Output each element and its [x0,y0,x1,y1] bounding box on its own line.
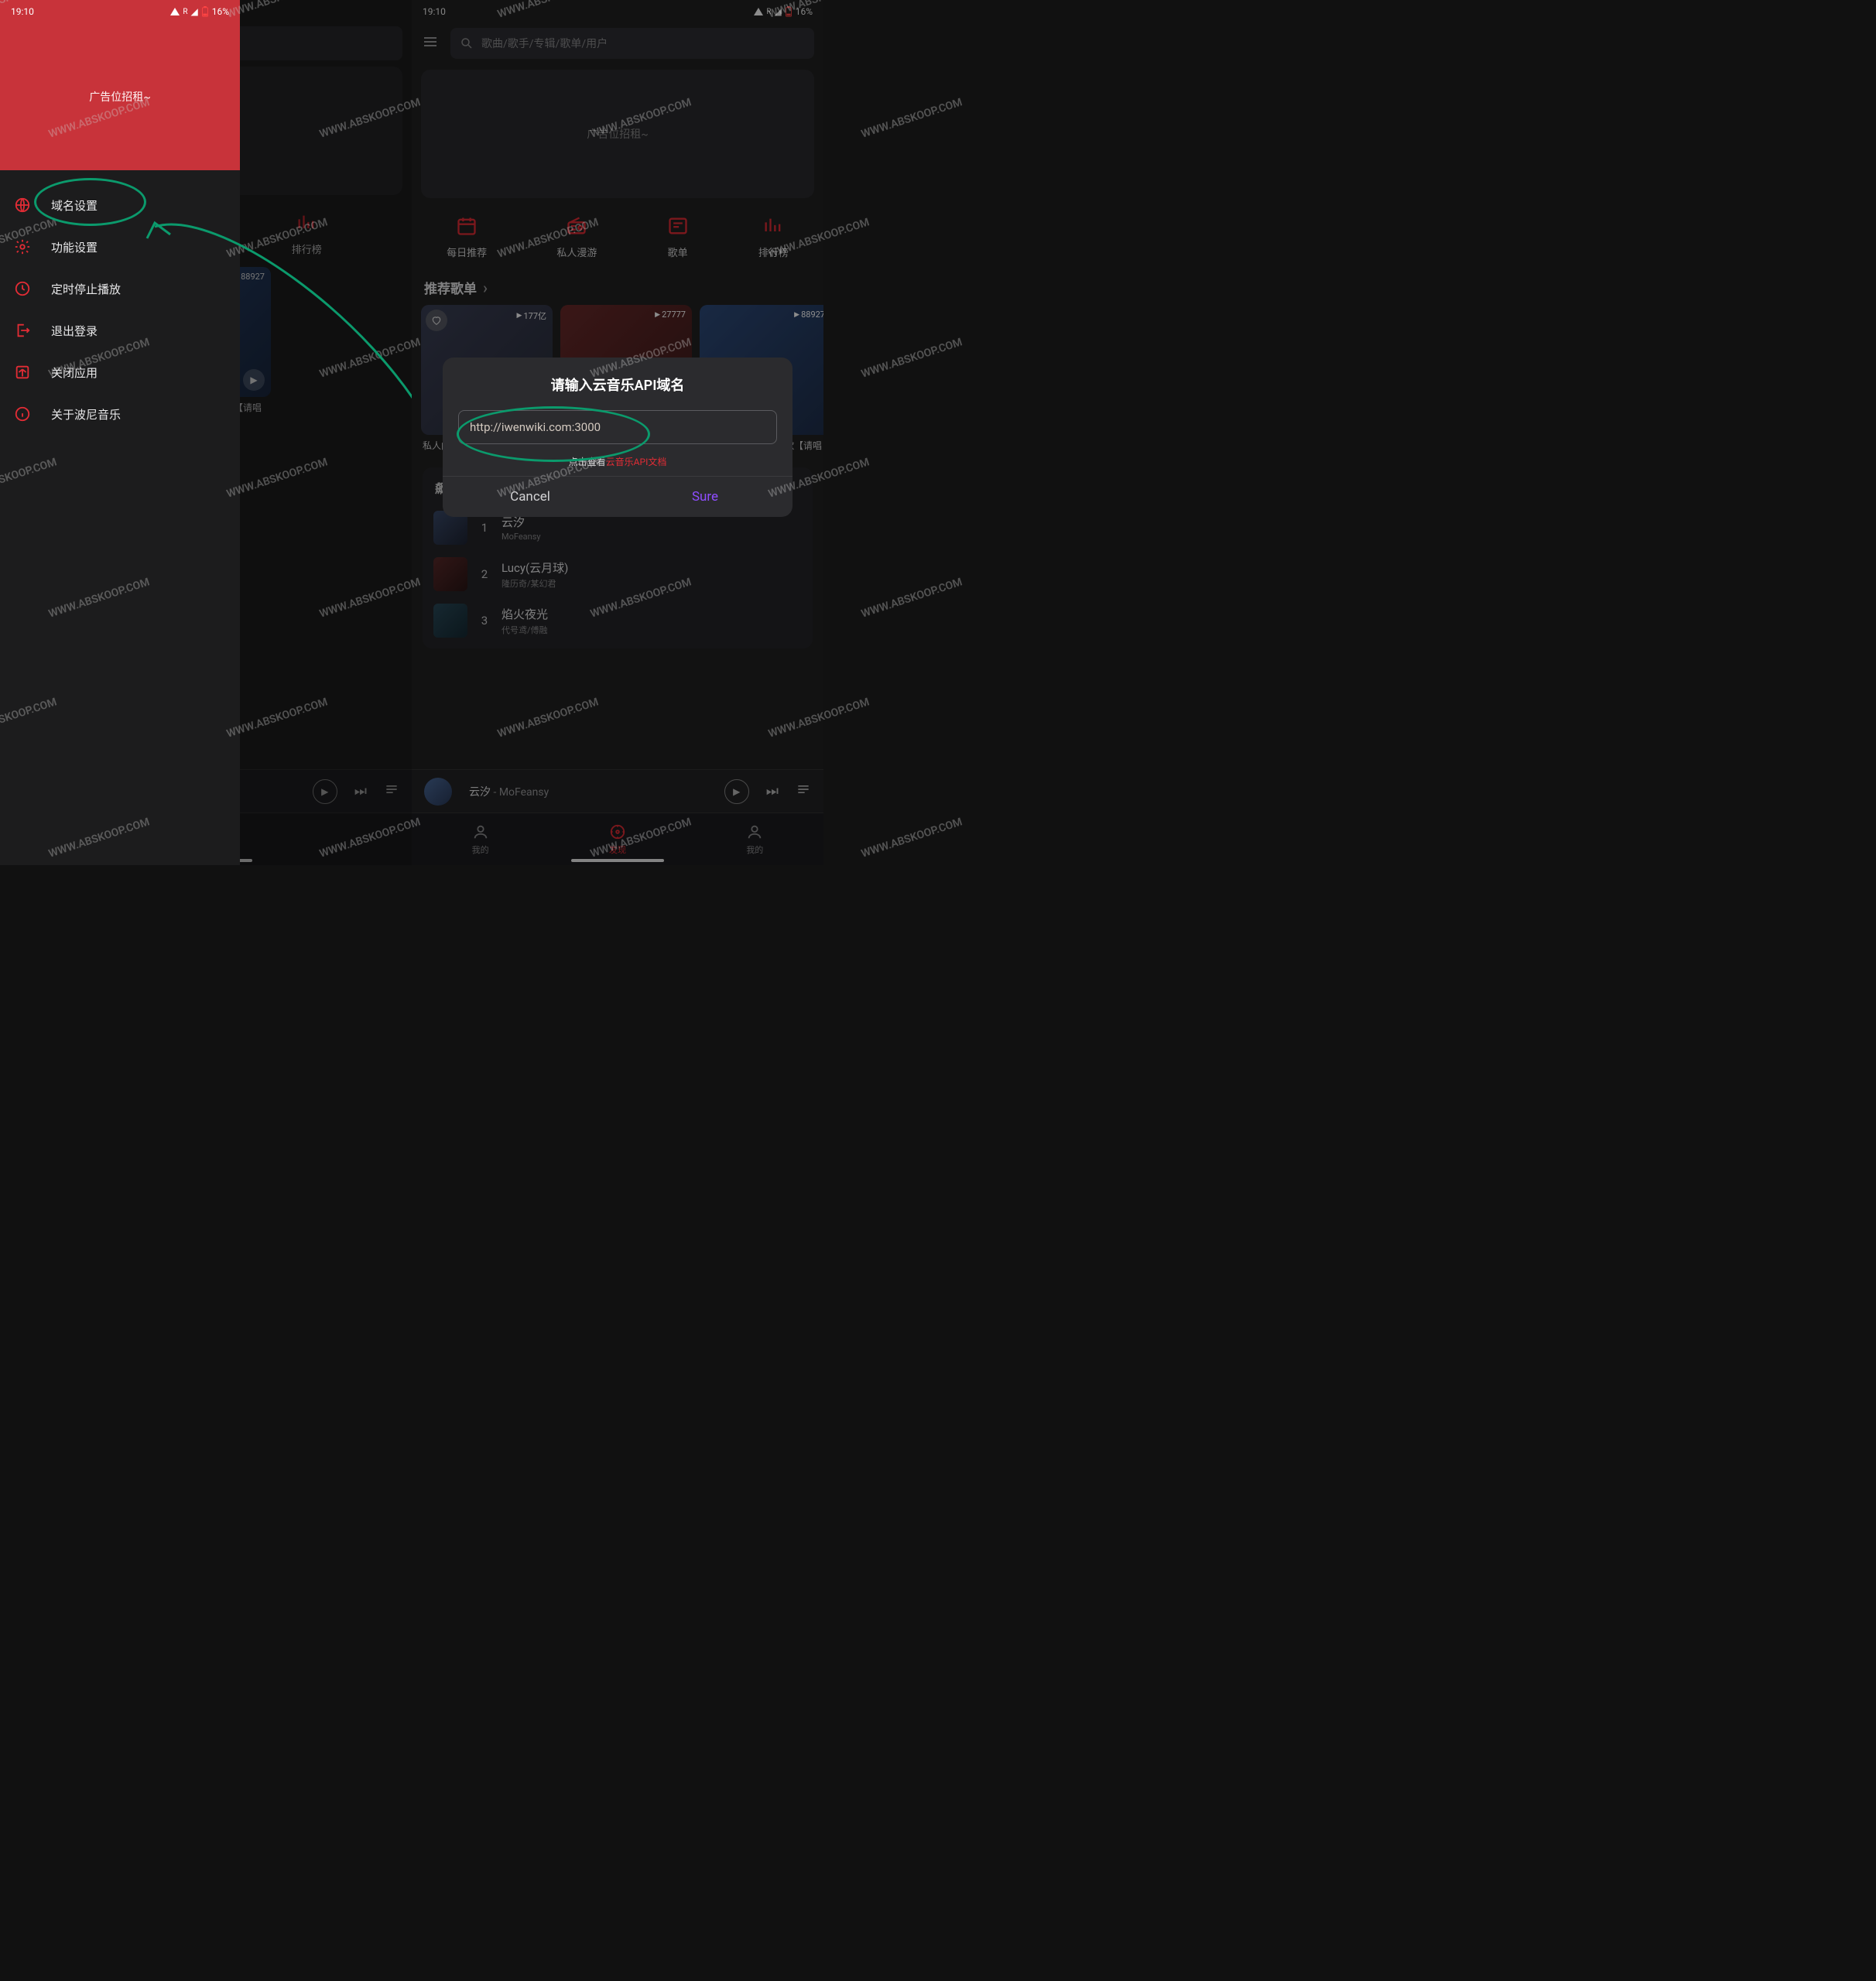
status-right: R ◢ 16% [170,6,229,17]
annotation-circle [457,406,650,462]
gear-icon [14,238,31,255]
status-bar: 19:10 R ◢ 16% [0,0,240,23]
status-time: 19:10 [11,6,34,17]
phone-right: 19:10 R ◢ 16% 歌曲/歌手/专辑/歌单/用户 广告位招租~ 每日推荐 [412,0,823,865]
dialog-actions: Cancel Sure [443,476,793,517]
annotation-arrow [77,200,412,440]
info-icon [14,405,31,423]
signal-label: R [183,8,187,16]
wifi-icon [170,8,180,15]
dialog-title: 请输入云音乐API域名 [458,375,777,395]
clock-icon [14,280,31,297]
drawer-banner-text: 广告位招租~ [89,89,151,104]
globe-icon [14,197,31,214]
cancel-button[interactable]: Cancel [443,477,618,517]
close-box-icon [14,364,31,381]
sure-button[interactable]: Sure [618,477,793,517]
exit-icon [14,322,31,339]
help-link[interactable]: 云音乐API文档 [606,457,667,467]
drawer-ad-banner[interactable]: 广告位招租~ [0,23,240,170]
battery-pct: 16% [212,6,229,17]
signal-bars-icon: ◢ [190,6,197,17]
battery-icon [201,6,209,17]
phone-left: 歌单 排行榜 27777 ▶ op 88927 ▶ 无人合唱的时候写首歌【请唱 [0,0,412,865]
